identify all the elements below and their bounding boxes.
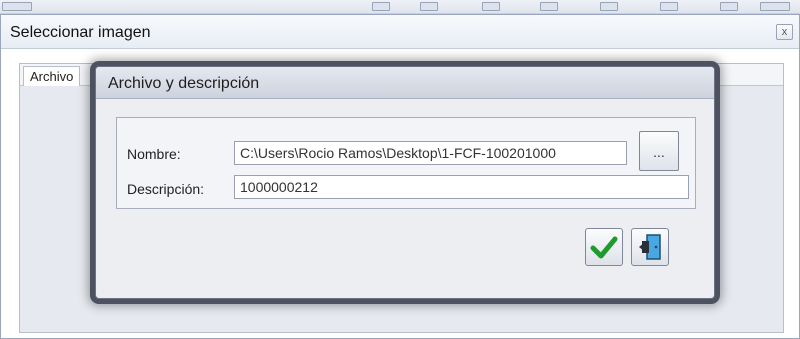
dialog-title: Archivo y descripción [108,75,260,92]
accept-button[interactable] [585,228,623,266]
toolbar-button [372,2,390,11]
checkmark-icon [590,236,618,259]
exit-door-icon [639,234,661,260]
toolbar-button [2,2,32,11]
toolbar-button [720,2,738,11]
window-title: Seleccionar imagen [10,24,151,41]
description-field[interactable]: 1000000212 [234,175,689,199]
name-label: Nombre: [127,146,181,162]
toolbar-button [760,2,790,11]
dialog-titlebar: Archivo y descripción [96,67,714,99]
background-toolbar [0,0,800,14]
exit-button[interactable] [631,228,669,266]
toolbar-button [600,2,618,11]
toolbar-button [482,2,500,11]
description-label: Descripción: [127,181,205,197]
file-description-dialog: Archivo y descripción Nombre: C:\Users\R… [95,66,715,299]
tab-archivo[interactable]: Archivo [23,66,81,86]
window-titlebar: Seleccionar imagen x [1,15,799,49]
toolbar-button [660,2,678,11]
name-field[interactable]: C:\Users\Rocio Ramos\Desktop\1-FCF-10020… [234,141,627,165]
toolbar-button [420,2,438,11]
close-icon[interactable]: x [776,24,793,40]
toolbar-button [540,2,558,11]
fields-group: Nombre: C:\Users\Rocio Ramos\Desktop\1-F… [116,117,696,209]
browse-button[interactable]: ... [639,131,679,171]
